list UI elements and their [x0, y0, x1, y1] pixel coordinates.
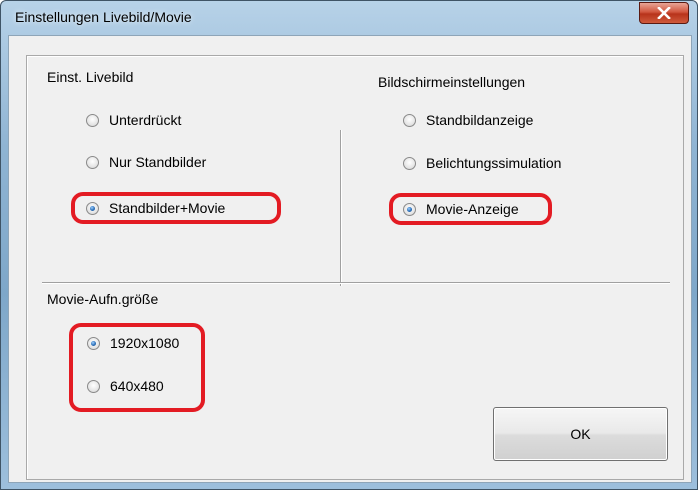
highlight-marker	[71, 192, 281, 224]
ok-button[interactable]: OK	[493, 407, 668, 461]
radio-standbildanzeige[interactable]: Standbildanzeige	[403, 110, 533, 130]
radio-label: Belichtungssimulation	[426, 155, 562, 171]
radio-icon	[403, 113, 416, 127]
radio-nur-standbilder[interactable]: Nur Standbilder	[86, 152, 206, 172]
radio-icon	[86, 155, 99, 169]
highlight-marker	[389, 193, 552, 225]
radio-label: Standbildanzeige	[426, 112, 534, 128]
movie-size-heading: Movie-Aufn.größe	[47, 291, 159, 307]
highlight-marker	[69, 323, 205, 412]
settings-panel: Einst. Livebild Unterdrückt Nur Standbil…	[26, 55, 684, 480]
radio-icon	[86, 113, 99, 127]
close-icon	[657, 7, 671, 19]
live-view-heading: Einst. Livebild	[47, 69, 134, 85]
screen-settings-heading: Bildschirmeinstellungen	[378, 74, 526, 90]
radio-label: Unterdrückt	[109, 112, 182, 128]
radio-unterdrueckt[interactable]: Unterdrückt	[86, 110, 181, 130]
title-bar[interactable]: Einstellungen Livebild/Movie	[1, 1, 697, 35]
dialog-client-area: Einst. Livebild Unterdrückt Nur Standbil…	[8, 35, 692, 483]
window-title: Einstellungen Livebild/Movie	[15, 9, 192, 25]
vertical-divider	[340, 130, 342, 286]
radio-icon	[403, 156, 416, 170]
dialog-window: Einstellungen Livebild/Movie Einst. Live…	[0, 0, 698, 490]
horizontal-divider	[42, 282, 670, 284]
radio-label: Nur Standbilder	[109, 154, 207, 170]
radio-belichtungssimulation[interactable]: Belichtungssimulation	[403, 153, 561, 173]
close-button[interactable]	[639, 2, 689, 24]
